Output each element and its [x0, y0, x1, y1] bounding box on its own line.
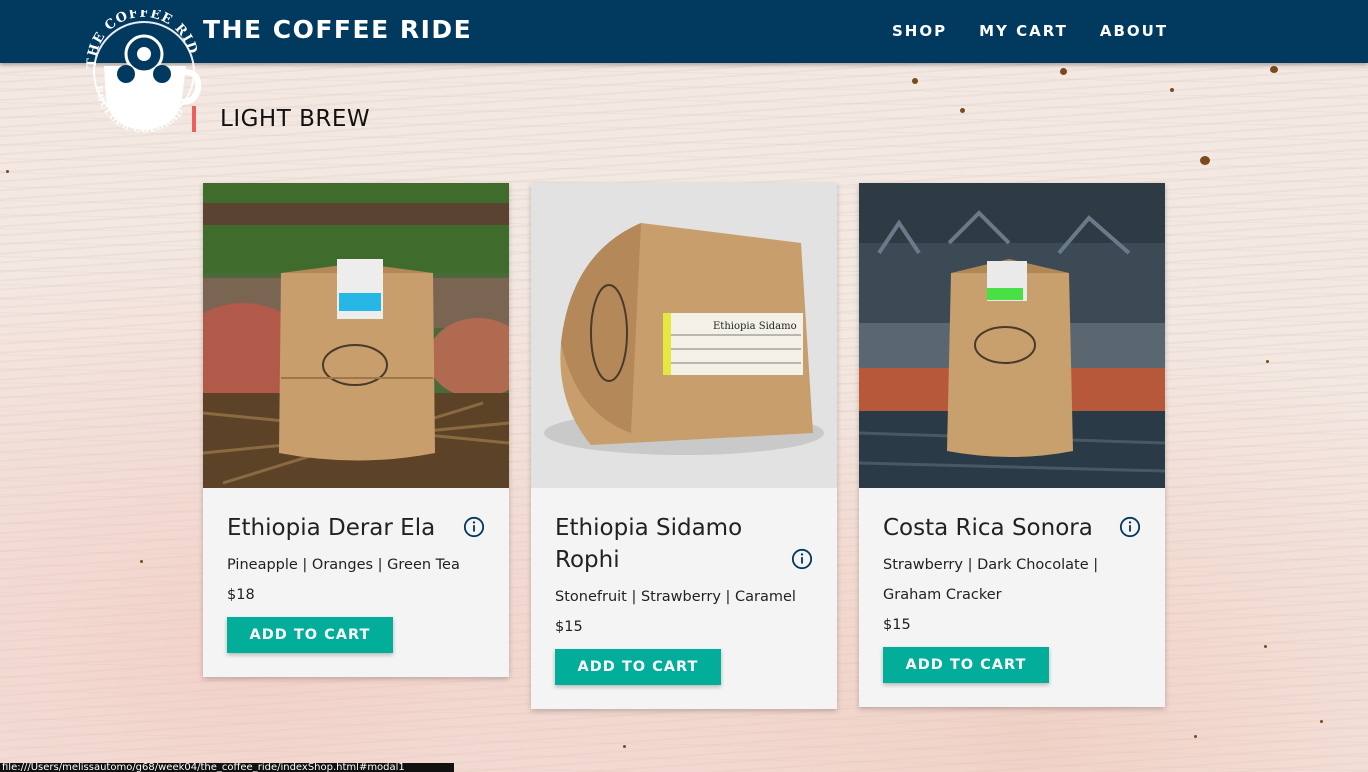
coffee-ride-logo[interactable]: THE COFFEE RIDE BOULDER COLORADO: [82, 10, 206, 134]
product-card: Costa Rica Sonora Strawberry | Dark Choc…: [859, 183, 1165, 707]
section-title: LIGHT BREW: [192, 106, 370, 132]
nav-about-link[interactable]: ABOUT: [1100, 22, 1168, 40]
product-price: $15: [883, 617, 911, 633]
bag-label-text: Ethiopia Sidamo: [713, 321, 797, 332]
product-card: Ethiopia Sidamo Ethiopia Sidamo Rophi St…: [531, 183, 837, 709]
add-to-cart-button[interactable]: ADD TO CART: [227, 617, 393, 653]
product-name[interactable]: Costa Rica Sonora: [883, 512, 1113, 544]
product-card: Ethiopia Derar Ela Pineapple | Oranges |…: [203, 183, 509, 677]
card-body: Ethiopia Sidamo Rophi Stonefruit | Straw…: [531, 488, 837, 709]
card-body: Ethiopia Derar Ela Pineapple | Oranges |…: [203, 488, 509, 677]
browser-status-bar-url: file:///Users/melissautomo/g68/week04/th…: [0, 763, 454, 772]
product-image: Ethiopia Sidamo: [531, 183, 837, 488]
add-to-cart-button[interactable]: ADD TO CART: [883, 647, 1049, 683]
product-flavor-notes: Strawberry | Dark Chocolate | Graham Cra…: [883, 557, 1099, 603]
product-price: $18: [227, 587, 255, 603]
brand-title[interactable]: THE COFFEE RIDE: [203, 15, 472, 44]
product-flavor-notes: Stonefruit | Strawberry | Caramel: [555, 589, 796, 605]
nav-links: SHOP MY CART ABOUT: [892, 22, 1200, 40]
product-image: [859, 183, 1165, 488]
info-icon[interactable]: [1119, 516, 1141, 538]
product-name[interactable]: Ethiopia Sidamo Rophi: [555, 512, 785, 576]
nav-shop-link[interactable]: SHOP: [892, 22, 947, 40]
product-name[interactable]: Ethiopia Derar Ela: [227, 512, 457, 544]
product-image: [203, 183, 509, 488]
card-body: Costa Rica Sonora Strawberry | Dark Choc…: [859, 488, 1165, 707]
info-icon[interactable]: [463, 516, 485, 538]
product-price: $15: [555, 619, 583, 635]
product-flavor-notes: Pineapple | Oranges | Green Tea: [227, 557, 460, 573]
add-to-cart-button[interactable]: ADD TO CART: [555, 649, 721, 685]
info-icon[interactable]: [791, 548, 813, 570]
nav-my-cart-link[interactable]: MY CART: [979, 22, 1068, 40]
